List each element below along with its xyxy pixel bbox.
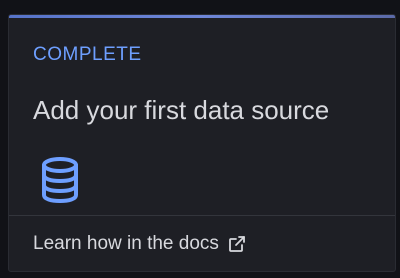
card-body: COMPLETE Add your first data source (9, 18, 395, 215)
status-label: COMPLETE (33, 44, 142, 65)
external-link-icon (229, 236, 245, 252)
docs-link-label: Learn how in the docs (33, 233, 219, 254)
docs-link[interactable]: Learn how in the docs (33, 233, 246, 255)
card-title: Add your first data source (33, 95, 330, 125)
onboarding-card: COMPLETE Add your first data source Lear… (8, 14, 396, 272)
database-icon (42, 157, 78, 203)
card-footer: Learn how in the docs (9, 216, 395, 271)
